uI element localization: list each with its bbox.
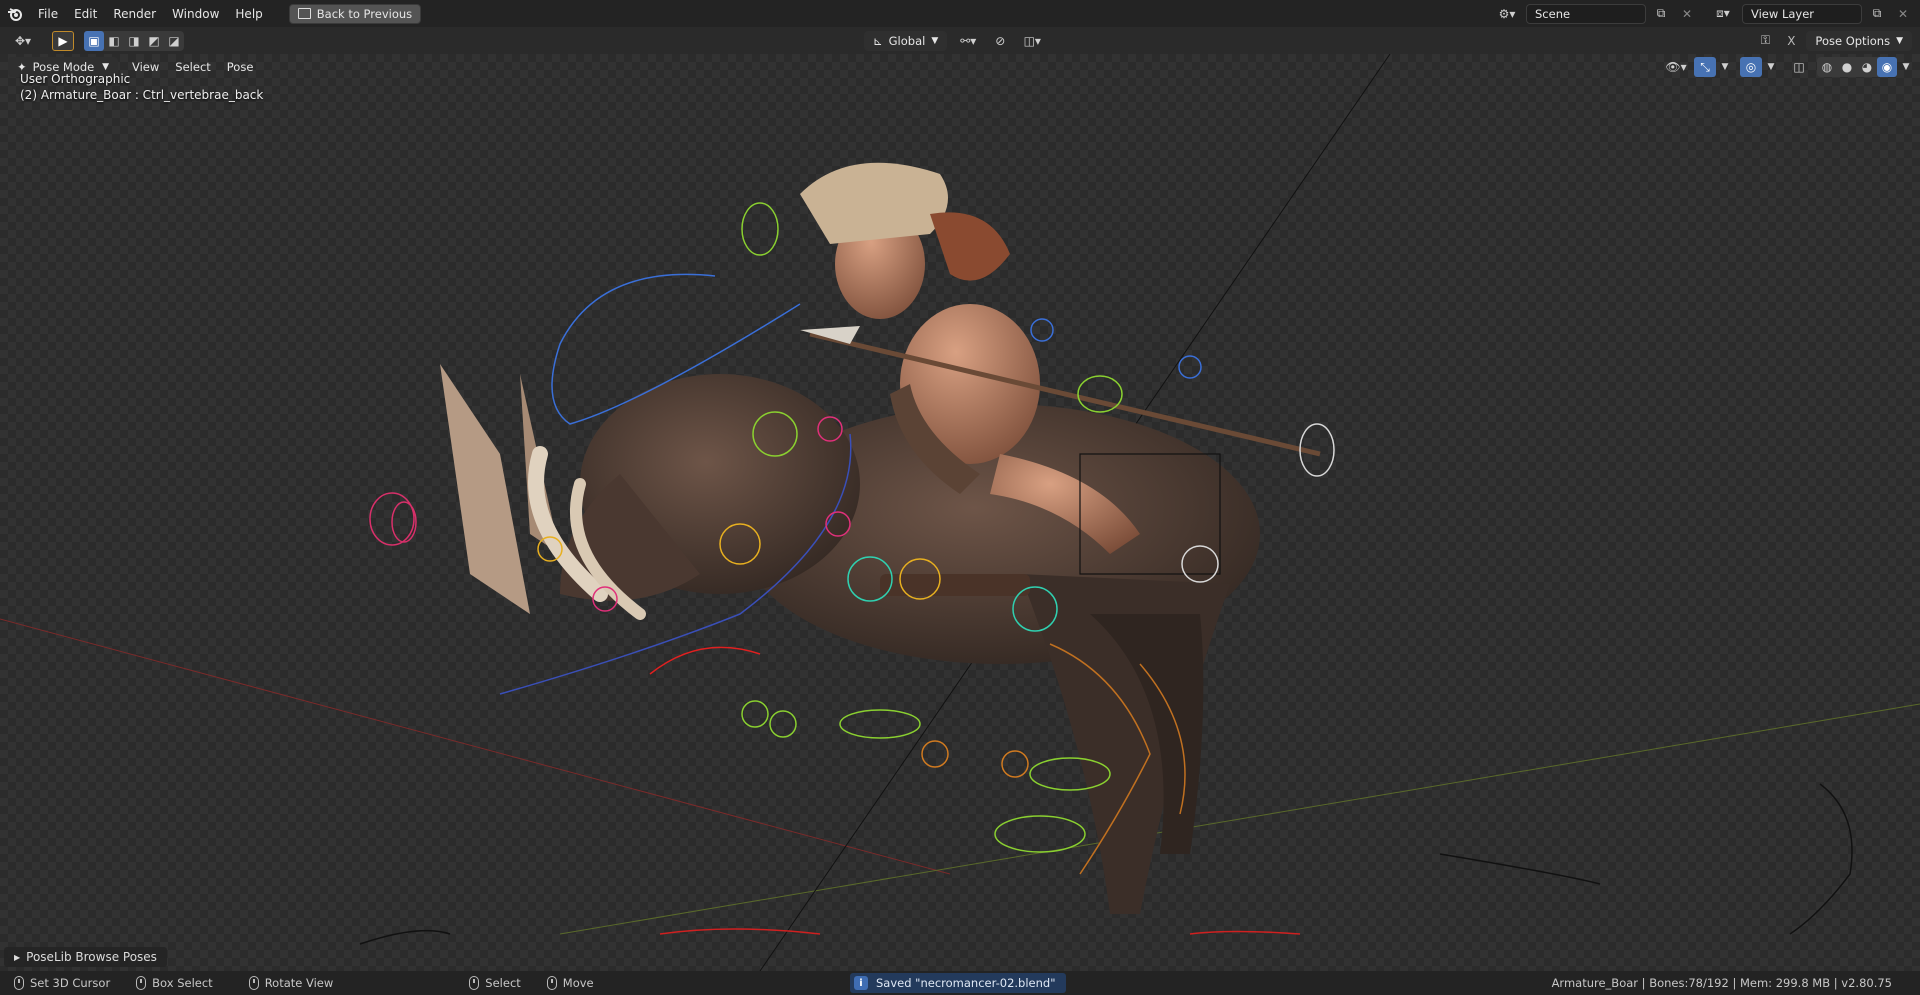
mouse-left-icon bbox=[14, 976, 24, 990]
status-rotate-view-label: Rotate View bbox=[264, 976, 334, 990]
poselib-browse-poses-panel[interactable]: ▶ PoseLib Browse Poses bbox=[4, 947, 167, 967]
select-intersect-icon[interactable]: ◪ bbox=[164, 31, 184, 51]
view-layer-selector-icon[interactable]: ⧈▾ bbox=[1708, 4, 1738, 24]
poselib-panel-label: PoseLib Browse Poses bbox=[26, 950, 157, 964]
scene-name-text: Scene bbox=[1535, 6, 1571, 21]
expand-arrow-icon: ▶ bbox=[14, 952, 21, 962]
select-subtract-icon[interactable]: ◨ bbox=[124, 31, 144, 51]
status-move: Move bbox=[546, 976, 594, 990]
screen-icon bbox=[297, 8, 311, 19]
status-set-3d-cursor-label: Set 3D Cursor bbox=[30, 976, 111, 990]
new-view-layer-icon[interactable]: ⧉ bbox=[1866, 4, 1888, 24]
status-rotate-view: Rotate View bbox=[248, 976, 334, 990]
view-layer-name-text: View Layer bbox=[1751, 6, 1815, 21]
status-select: Select bbox=[469, 976, 521, 990]
status-box-select-label: Box Select bbox=[152, 976, 213, 990]
3d-viewport[interactable]: ✦ Pose Mode ▼ View Select Pose 👁▾ ⤡ ▼ ◎ … bbox=[0, 54, 1920, 971]
delete-scene-icon[interactable]: ✕ bbox=[1676, 4, 1698, 24]
boar-character bbox=[440, 364, 1260, 914]
select-invert-icon[interactable]: ◩ bbox=[144, 31, 164, 51]
status-set-3d-cursor: Set 3D Cursor bbox=[14, 976, 110, 990]
mouse-drag-icon bbox=[136, 976, 147, 990]
status-box-select: Box Select bbox=[136, 976, 213, 990]
info-icon: i bbox=[854, 976, 868, 990]
orientation-icon: ⊾ bbox=[873, 33, 883, 48]
snap-icon[interactable]: ⊘ bbox=[989, 31, 1011, 51]
view-layer-name-field[interactable]: View Layer bbox=[1742, 3, 1862, 24]
bone-locks-icon[interactable]: ⚿ bbox=[1754, 31, 1776, 51]
status-select-label: Select bbox=[485, 976, 521, 990]
status-move-label: Move bbox=[562, 976, 594, 990]
pose-options-dropdown[interactable]: Pose Options ▼ bbox=[1806, 30, 1912, 51]
editor-type-icon[interactable]: ✥▾ bbox=[8, 31, 38, 51]
orientation-label: Global bbox=[888, 33, 926, 48]
menu-file[interactable]: File bbox=[30, 3, 66, 25]
select-extend-icon[interactable]: ◧ bbox=[104, 31, 124, 51]
mouse-right-drag-icon bbox=[546, 976, 557, 990]
delete-view-layer-icon[interactable]: ✕ bbox=[1892, 4, 1914, 24]
scene-statistics: Armature_Boar | Bones:78/192 | Mem: 299.… bbox=[1551, 976, 1892, 990]
selection-mode-group: ▣ ◧ ◨ ◩ ◪ bbox=[84, 30, 184, 51]
chevron-down-icon: ▼ bbox=[1896, 35, 1903, 46]
scene-render[interactable] bbox=[0, 54, 1920, 971]
chevron-down-icon: ▼ bbox=[931, 35, 939, 46]
saved-message-text: Saved "necromancer-02.blend" bbox=[876, 976, 1056, 990]
tool-header: ✥▾ ▶ ▣ ◧ ◨ ◩ ◪ ⊾ Global ▼ ⚯▾ ⊘ ◫▾ ⚿ X Po… bbox=[0, 27, 1920, 54]
saved-message: i Saved "necromancer-02.blend" bbox=[850, 973, 1066, 993]
scene-name-field[interactable]: Scene bbox=[1526, 3, 1646, 24]
status-bar: Set 3D Cursor Box Select Rotate View Sel… bbox=[0, 971, 1920, 995]
menu-edit[interactable]: Edit bbox=[66, 3, 105, 25]
scene-selector-icon[interactable]: ⚙▾ bbox=[1492, 4, 1522, 24]
mouse-right-icon bbox=[469, 976, 480, 990]
transform-orientation-dropdown[interactable]: ⊾ Global ▼ bbox=[864, 30, 948, 51]
pivot-point-icon[interactable]: ⚯▾ bbox=[953, 31, 983, 51]
mouse-middle-icon bbox=[248, 976, 259, 990]
back-to-previous-button[interactable]: Back to Previous bbox=[288, 3, 422, 24]
snap-target-icon[interactable]: ◫▾ bbox=[1017, 31, 1047, 51]
blender-logo-icon[interactable] bbox=[0, 0, 30, 27]
menu-render[interactable]: Render bbox=[105, 3, 164, 25]
select-new-icon[interactable]: ▣ bbox=[84, 30, 104, 51]
y-axis-line bbox=[559, 703, 1920, 935]
x-mirror-toggle[interactable]: X bbox=[1780, 31, 1802, 51]
menu-window[interactable]: Window bbox=[164, 3, 227, 25]
menu-help[interactable]: Help bbox=[227, 3, 270, 25]
back-to-previous-label: Back to Previous bbox=[316, 6, 413, 21]
x-axis-line bbox=[0, 618, 951, 875]
new-scene-icon[interactable]: ⧉ bbox=[1650, 4, 1672, 24]
top-bar: File Edit Render Window Help Back to Pre… bbox=[0, 0, 1920, 27]
select-tool-icon[interactable]: ▶ bbox=[52, 30, 74, 51]
pose-options-label: Pose Options bbox=[1815, 33, 1891, 48]
